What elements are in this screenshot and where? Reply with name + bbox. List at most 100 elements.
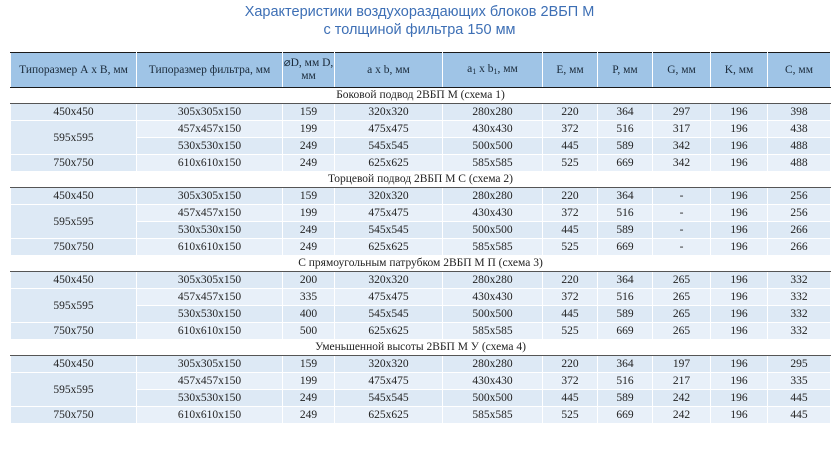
section-row: Уменьшенной высоты 2ВБП М У (схема 4) — [10, 339, 831, 356]
value-cell: 200 — [282, 271, 335, 289]
value-cell: 196 — [710, 120, 768, 138]
value-cell: 249 — [282, 238, 335, 256]
table-row: 450x450 305x305x150 159 320x320 280x280 220 36… — [10, 187, 831, 205]
value-cell: 525 — [542, 238, 598, 256]
value-cell: 610x610x150 — [136, 322, 283, 340]
size-cell: 450x450 — [10, 271, 137, 289]
value-cell: 500x500 — [442, 221, 543, 239]
section-title: Торцевой подвод 2ВБП М С (схема 2) — [10, 171, 831, 188]
value-cell: 280x280 — [442, 271, 543, 289]
value-cell: 625x625 — [334, 322, 443, 340]
value-cell: 430x430 — [442, 204, 543, 222]
value-cell: 610x610x150 — [136, 406, 283, 424]
value-cell: 249 — [282, 221, 335, 239]
section-row: С прямоугольным патрубком 2ВБП М П (схем… — [10, 255, 831, 272]
value-cell: 342 — [652, 154, 711, 172]
size-cell: 595x595 — [10, 120, 137, 155]
value-cell: 265 — [652, 305, 711, 323]
value-cell: 475x475 — [334, 288, 443, 306]
value-cell: 589 — [597, 389, 653, 407]
value-cell: 585x585 — [442, 406, 543, 424]
value-cell: 372 — [542, 372, 598, 390]
value-cell: 305x305x150 — [136, 103, 283, 121]
size-cell: 595x595 — [10, 372, 137, 407]
value-cell: 457x457x150 — [136, 288, 283, 306]
value-cell: 530x530x150 — [136, 221, 283, 239]
col-header-c: C, мм — [767, 52, 831, 88]
value-cell: 196 — [710, 221, 768, 239]
value-cell: 525 — [542, 154, 598, 172]
value-cell: 457x457x150 — [136, 372, 283, 390]
section-title: Уменьшенной высоты 2ВБП М У (схема 4) — [10, 339, 831, 356]
value-cell: 335 — [282, 288, 335, 306]
value-cell: 196 — [710, 187, 768, 205]
value-cell: 249 — [282, 406, 335, 424]
value-cell: 242 — [652, 389, 711, 407]
value-cell: 249 — [282, 389, 335, 407]
value-cell: 266 — [767, 238, 831, 256]
value-cell: 625x625 — [334, 154, 443, 172]
value-cell: 196 — [710, 288, 768, 306]
value-cell: 196 — [710, 103, 768, 121]
value-cell: 249 — [282, 137, 335, 155]
value-cell: 438 — [767, 120, 831, 138]
value-cell: 297 — [652, 103, 711, 121]
value-cell: 589 — [597, 221, 653, 239]
col-header-axb: a x b, мм — [334, 52, 443, 88]
value-cell: 364 — [597, 103, 653, 121]
value-cell: 220 — [542, 271, 598, 289]
value-cell: 256 — [767, 187, 831, 205]
size-cell: 595x595 — [10, 288, 137, 323]
value-cell: 364 — [597, 355, 653, 373]
col-header-d: ⌀D, мм D, мм — [282, 52, 335, 88]
value-cell: 242 — [652, 406, 711, 424]
value-cell: 196 — [710, 372, 768, 390]
value-cell: 516 — [597, 120, 653, 138]
value-cell: 159 — [282, 355, 335, 373]
value-cell: 197 — [652, 355, 711, 373]
section-title: С прямоугольным патрубком 2ВБП М П (схем… — [10, 255, 831, 272]
value-cell: 159 — [282, 187, 335, 205]
value-cell: 457x457x150 — [136, 204, 283, 222]
value-cell: 372 — [542, 120, 598, 138]
value-cell: 332 — [767, 271, 831, 289]
value-cell: 199 — [282, 204, 335, 222]
value-cell: 589 — [597, 305, 653, 323]
value-cell: 500x500 — [442, 137, 543, 155]
title-line-2: с толщиной фильтра 150 мм — [323, 22, 516, 38]
value-cell: 372 — [542, 204, 598, 222]
value-cell: 530x530x150 — [136, 137, 283, 155]
value-cell: 196 — [710, 355, 768, 373]
value-cell: 545x545 — [334, 137, 443, 155]
value-cell: 625x625 — [334, 238, 443, 256]
value-cell: 220 — [542, 103, 598, 121]
value-cell: 669 — [597, 154, 653, 172]
value-cell: 220 — [542, 187, 598, 205]
value-cell: 545x545 — [334, 221, 443, 239]
value-cell: 669 — [597, 406, 653, 424]
value-cell: 445 — [542, 137, 598, 155]
size-cell: 750x750 — [10, 154, 137, 172]
value-cell: 516 — [597, 288, 653, 306]
value-cell: 265 — [652, 271, 711, 289]
value-cell: 280x280 — [442, 355, 543, 373]
value-cell: 525 — [542, 322, 598, 340]
section-row: Боковой подвод 2ВБП М (схема 1) — [10, 87, 831, 104]
value-cell: 475x475 — [334, 120, 443, 138]
value-cell: 530x530x150 — [136, 389, 283, 407]
table-row: 595x595 457x457x150 335 475x475 430x430 372 51… — [10, 288, 831, 323]
value-cell: 500x500 — [442, 389, 543, 407]
table-row: 450x450 305x305x150 159 320x320 280x280 220 36… — [10, 103, 831, 121]
section-title: Боковой подвод 2ВБП М (схема 1) — [10, 87, 831, 104]
value-cell: 342 — [652, 137, 711, 155]
col-header-e: E, мм — [542, 52, 598, 88]
value-cell: 516 — [597, 372, 653, 390]
value-cell: 445 — [542, 221, 598, 239]
value-cell: 256 — [767, 204, 831, 222]
value-cell: 305x305x150 — [136, 355, 283, 373]
table-row: 750x750 610x610x150 249 625x625 585x585 525 66… — [10, 406, 831, 424]
size-cell: 450x450 — [10, 103, 137, 121]
value-cell: 196 — [710, 154, 768, 172]
table-row: 595x595 457x457x150 199 475x475 430x430 372 51… — [10, 120, 831, 155]
value-cell: 669 — [597, 238, 653, 256]
